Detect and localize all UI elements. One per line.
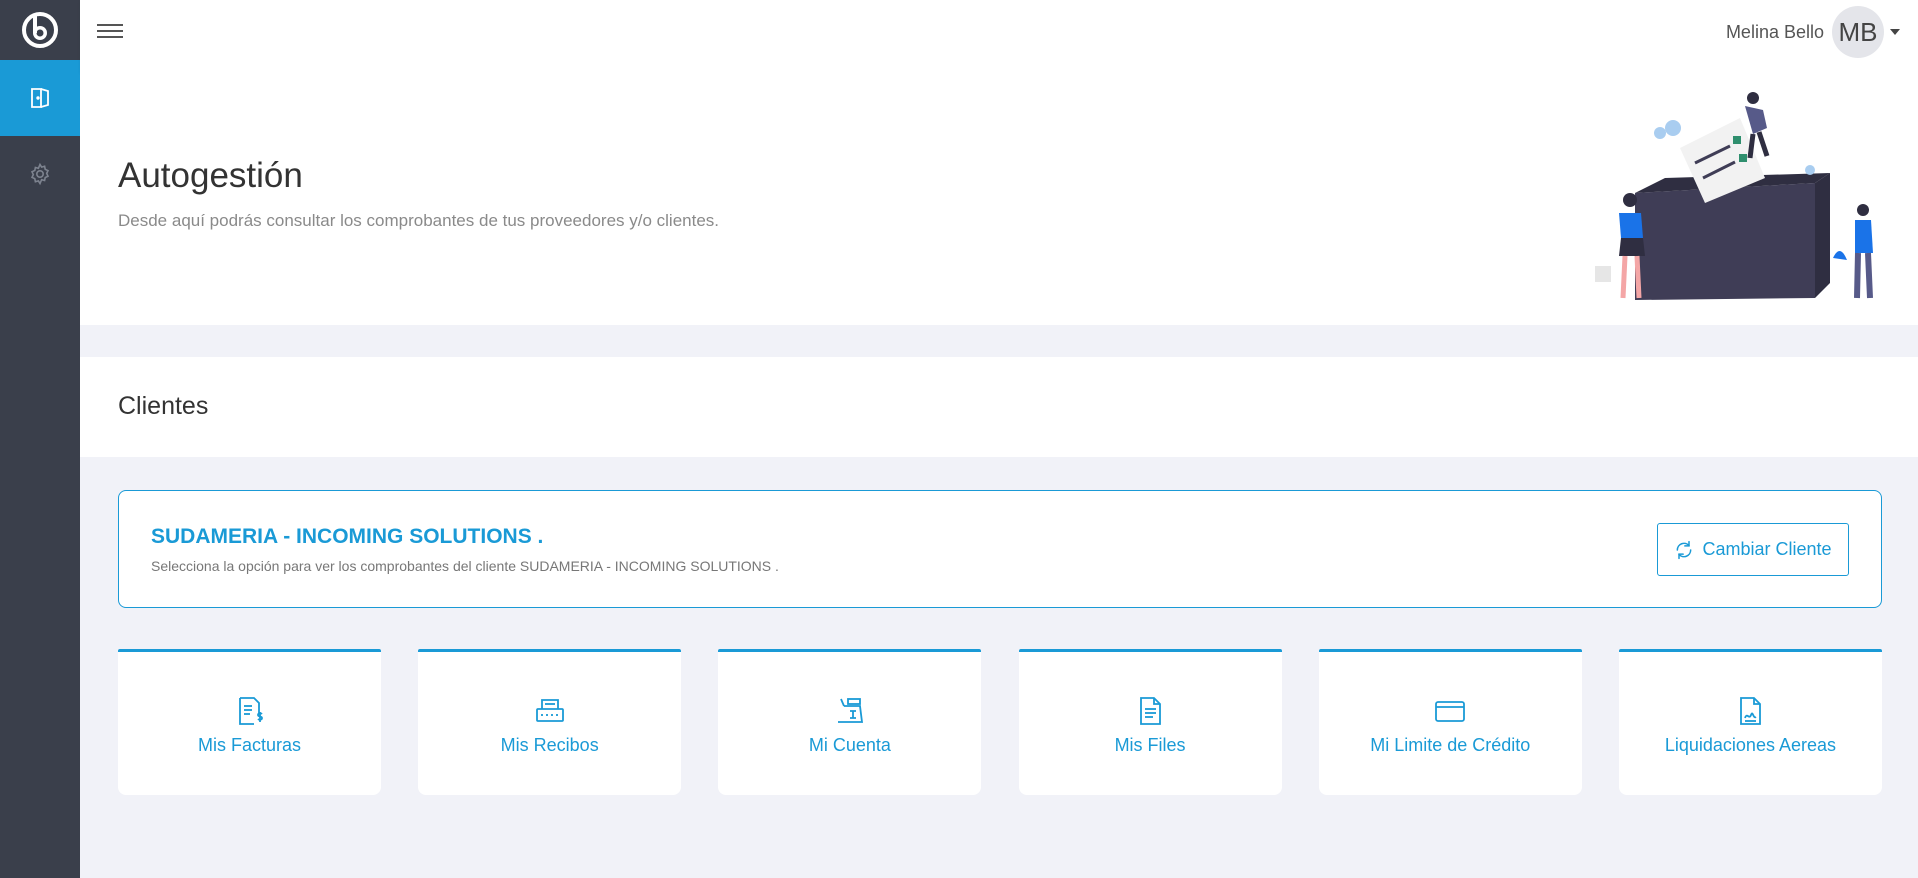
avatar: MB xyxy=(1832,6,1884,58)
cash-register-icon xyxy=(837,698,863,723)
sidebar-item-settings[interactable] xyxy=(0,136,80,212)
sidebar xyxy=(0,0,80,878)
top-bar: Melina Bello MB xyxy=(80,0,1918,73)
page-subtitle: Desde aquí podrás consultar los comproba… xyxy=(118,211,720,230)
gear-icon xyxy=(30,162,50,186)
client-description: Selecciona la opción para ver los compro… xyxy=(151,558,779,574)
tile-label: Mis Files xyxy=(1114,735,1186,755)
option-tiles: Mis Facturas Mis Recibos Mi Cuenta Mis F… xyxy=(118,649,1882,795)
refresh-icon xyxy=(1677,540,1692,559)
tile-mi-cuenta[interactable]: Mi Cuenta xyxy=(718,649,982,795)
user-name: Melina Bello xyxy=(1725,21,1824,42)
tile-mis-recibos[interactable]: Mis Recibos xyxy=(418,649,682,795)
sidebar-item-autogestion[interactable] xyxy=(0,60,80,136)
change-client-label: Cambiar Cliente xyxy=(1702,539,1832,559)
ballot-box-illustration xyxy=(1595,92,1873,300)
tile-liquidaciones-aereas[interactable]: Liquidaciones Aereas xyxy=(1618,649,1882,795)
credit-card-icon xyxy=(1435,701,1466,722)
clientes-section-header: Clientes xyxy=(80,357,1918,457)
door-open-icon xyxy=(31,88,49,108)
hero-panel: Autogestión Desde aquí podrás consultar … xyxy=(80,73,1918,325)
invoice-dollar-icon xyxy=(238,697,263,725)
tile-label: Mi Limite de Crédito xyxy=(1370,735,1531,755)
tile-mis-files[interactable]: Mis Files xyxy=(1018,649,1282,795)
logo-icon xyxy=(22,12,58,48)
tile-label: Mis Recibos xyxy=(500,735,599,755)
tile-label: Mis Facturas xyxy=(197,735,302,755)
signed-document-icon xyxy=(1740,697,1762,725)
change-client-button[interactable]: Cambiar Cliente xyxy=(1657,523,1849,576)
hamburger-line xyxy=(97,36,123,38)
client-name: SUDAMERIA - INCOMING SOLUTIONS . xyxy=(151,525,544,548)
app-logo[interactable] xyxy=(0,0,80,60)
tile-mis-facturas[interactable]: Mis Facturas xyxy=(118,649,381,795)
client-card: SUDAMERIA - INCOMING SOLUTIONS . Selecci… xyxy=(118,490,1882,608)
menu-toggle-button[interactable] xyxy=(97,20,123,42)
tile-label: Liquidaciones Aereas xyxy=(1664,735,1836,755)
tile-label: Mi Cuenta xyxy=(808,735,891,755)
hamburger-icon xyxy=(97,24,123,26)
page-title: Autogestión xyxy=(118,156,303,195)
section-title: Clientes xyxy=(118,392,209,420)
receipt-printer-icon xyxy=(535,699,564,722)
hamburger-line xyxy=(97,30,123,32)
tile-mi-limite-credito[interactable]: Mi Limite de Crédito xyxy=(1318,649,1582,795)
user-menu[interactable]: Melina Bello MB xyxy=(1726,6,1900,58)
caret-down-icon xyxy=(1890,29,1900,35)
document-icon xyxy=(1140,697,1161,725)
